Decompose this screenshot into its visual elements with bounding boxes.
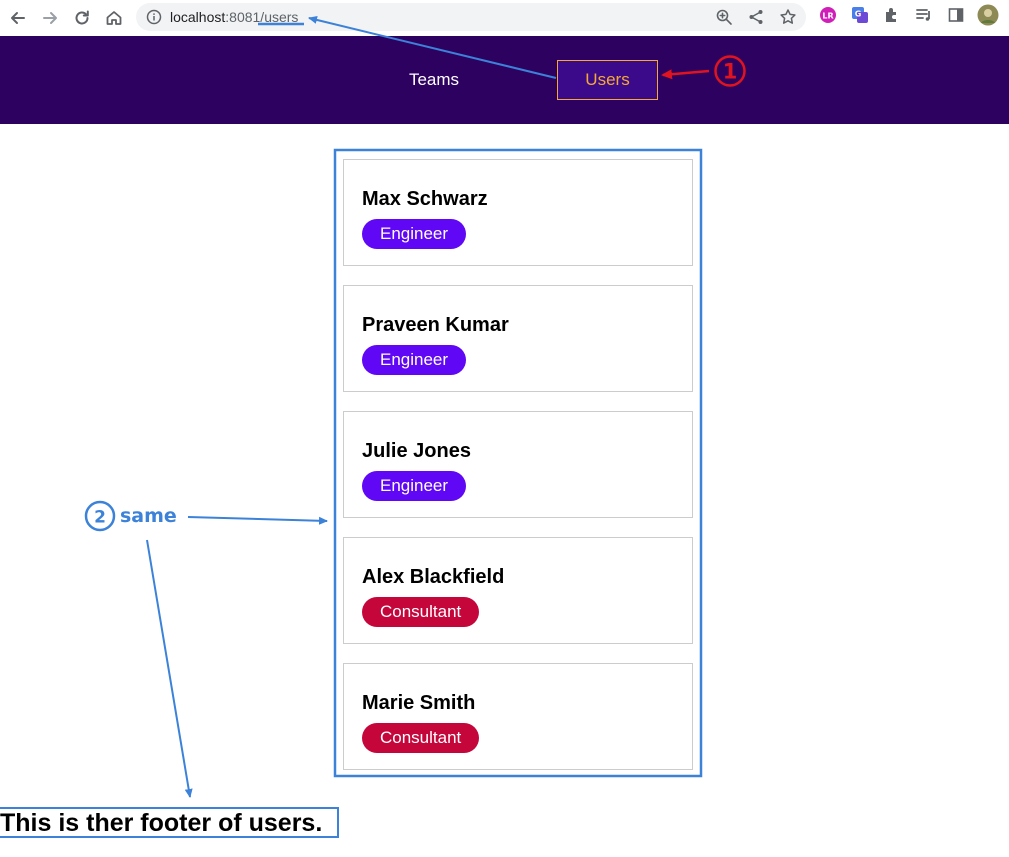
role-badge: Consultant (362, 597, 480, 627)
extension-translate-icon[interactable]: G (850, 5, 870, 25)
address-bar[interactable]: localhost:8081/users (136, 3, 806, 31)
profile-avatar-icon[interactable] (976, 3, 1000, 27)
url-path: :8081/users (225, 9, 299, 25)
user-name: Julie Jones (362, 440, 471, 462)
annotation-same-label: same (120, 505, 177, 527)
role-badge: Consultant (362, 723, 480, 753)
zoom-icon[interactable] (715, 8, 733, 26)
reload-button[interactable] (68, 4, 96, 32)
role-badge: Engineer (362, 219, 467, 249)
page: localhost:8081/users LR G Teams Users Ma… (0, 0, 1009, 857)
browser-toolbar: localhost:8081/users LR G (0, 0, 1009, 36)
nav-link-users[interactable]: Users (557, 60, 658, 100)
url-host: localhost (170, 9, 226, 25)
user-name: Praveen Kumar (362, 314, 509, 336)
share-icon[interactable] (747, 8, 765, 26)
marker-2-arrow-to-list (187, 516, 328, 525)
extensions-puzzle-icon[interactable] (882, 5, 902, 25)
arrow-right-icon (43, 12, 57, 24)
user-card: Marie Smith Consultant (343, 663, 693, 770)
extension-lr-icon[interactable]: LR (818, 5, 838, 25)
app-header: Teams Users (0, 36, 1009, 124)
url-text[interactable]: localhost:8081/users (170, 9, 298, 25)
user-name: Alex Blackfield (362, 566, 505, 588)
nav-link-teams[interactable]: Teams (393, 60, 475, 100)
svg-text:LR: LR (822, 12, 833, 21)
marker-2-text: 2 (94, 508, 106, 528)
role-badge: Engineer (362, 471, 467, 501)
marker-2-arrow-to-footer (146, 539, 193, 798)
marker-2-circle (84, 500, 116, 532)
user-card: Julie Jones Engineer (343, 411, 693, 518)
bookmark-star-icon[interactable] (779, 8, 797, 26)
home-button[interactable] (100, 4, 128, 32)
user-list: Max Schwarz Engineer Praveen Kumar Engin… (335, 150, 701, 776)
arrow-left-icon (11, 12, 25, 24)
info-icon[interactable] (146, 9, 162, 25)
home-icon (106, 11, 122, 25)
user-name: Marie Smith (362, 692, 476, 714)
reload-icon (75, 10, 89, 25)
forward-button[interactable] (36, 4, 64, 32)
reading-list-icon[interactable] (914, 5, 934, 25)
role-badge: Engineer (362, 345, 467, 375)
user-name: Max Schwarz (362, 188, 488, 210)
svg-text:G: G (855, 10, 862, 19)
user-card: Praveen Kumar Engineer (343, 285, 693, 392)
side-panel-icon[interactable] (946, 5, 966, 25)
user-card: Alex Blackfield Consultant (343, 537, 693, 644)
user-card: Max Schwarz Engineer (343, 159, 693, 266)
back-button[interactable] (4, 4, 32, 32)
footer-text: This is ther footer of users. (0, 809, 323, 837)
